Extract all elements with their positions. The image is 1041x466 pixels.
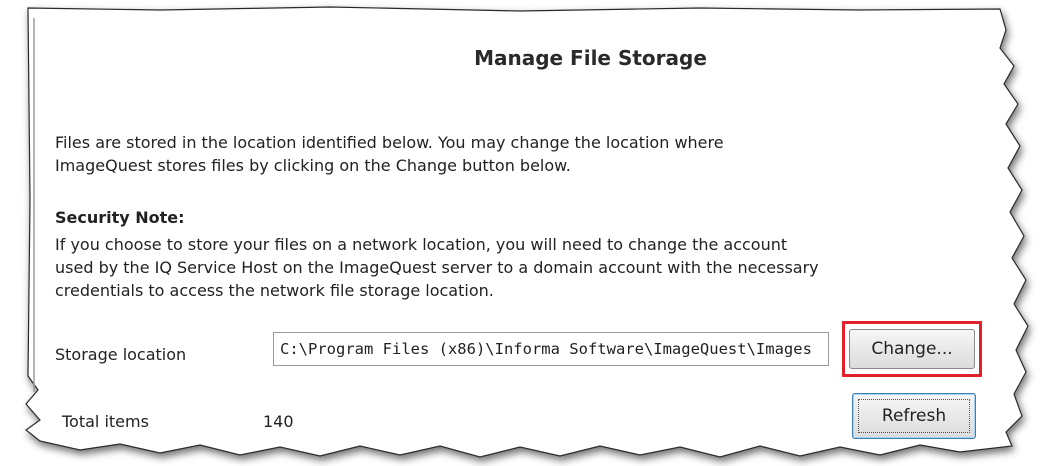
focus-rectangle <box>858 399 970 433</box>
total-items-value: 140 <box>263 412 294 431</box>
refresh-button[interactable]: Refresh <box>852 393 976 439</box>
change-button[interactable]: Change... <box>849 329 975 369</box>
security-note-line-3: credentials to access the network file s… <box>55 281 494 300</box>
security-note-line-1: If you choose to store your files on a n… <box>55 235 788 254</box>
security-note-line-2: used by the IQ Service Host on the Image… <box>55 258 819 277</box>
intro-line-1: Files are stored in the location identif… <box>55 133 724 152</box>
intro-line-2: ImageQuest stores files by clicking on t… <box>55 156 571 175</box>
intro-text: Files are stored in the location identif… <box>55 131 955 177</box>
page-title: Manage File Storage <box>474 46 707 70</box>
security-note-heading: Security Note: <box>55 208 185 227</box>
manage-file-storage-panel: Manage File Storage Files are stored in … <box>0 0 1041 466</box>
storage-location-field[interactable]: C:\Program Files (x86)\Informa Software\… <box>273 332 829 366</box>
storage-location-label: Storage location <box>55 345 187 364</box>
security-note-text: If you choose to store your files on a n… <box>55 233 985 302</box>
total-items-label: Total items <box>62 412 149 431</box>
